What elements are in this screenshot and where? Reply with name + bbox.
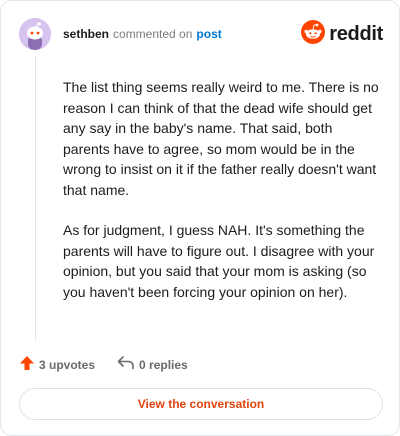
reply-button[interactable]: 0 replies: [117, 355, 188, 374]
comment-header: sethben commented on post: [19, 17, 222, 51]
view-conversation-button[interactable]: View the conversation: [19, 388, 383, 420]
reddit-logo-icon: [301, 20, 326, 49]
upvote-count: 3 upvotes: [39, 357, 96, 372]
username[interactable]: sethben: [63, 27, 109, 41]
reddit-logo[interactable]: reddit: [301, 20, 383, 49]
comment-paragraph: The list thing seems really weird to me.…: [63, 79, 379, 198]
snoo-avatar-icon[interactable]: [19, 18, 51, 50]
reply-arrow-icon: [117, 355, 135, 374]
upvote-button[interactable]: 3 upvotes: [19, 355, 95, 374]
comment-card: sethben commented on post reddit The lis…: [0, 0, 400, 436]
comment-actions: 3 upvotes 0 replies: [19, 355, 188, 374]
reply-count: 0 replies: [139, 357, 188, 372]
comment-body: The list thing seems really weird to me.…: [63, 77, 379, 322]
thread-line: [35, 57, 36, 341]
upvote-arrow-icon: [19, 355, 35, 374]
comment-verb: commented on: [113, 27, 193, 41]
comment-paragraph: As for judgment, I guess NAH. It's somet…: [63, 222, 375, 300]
post-link[interactable]: post: [196, 27, 221, 41]
reddit-wordmark: reddit: [329, 23, 383, 45]
